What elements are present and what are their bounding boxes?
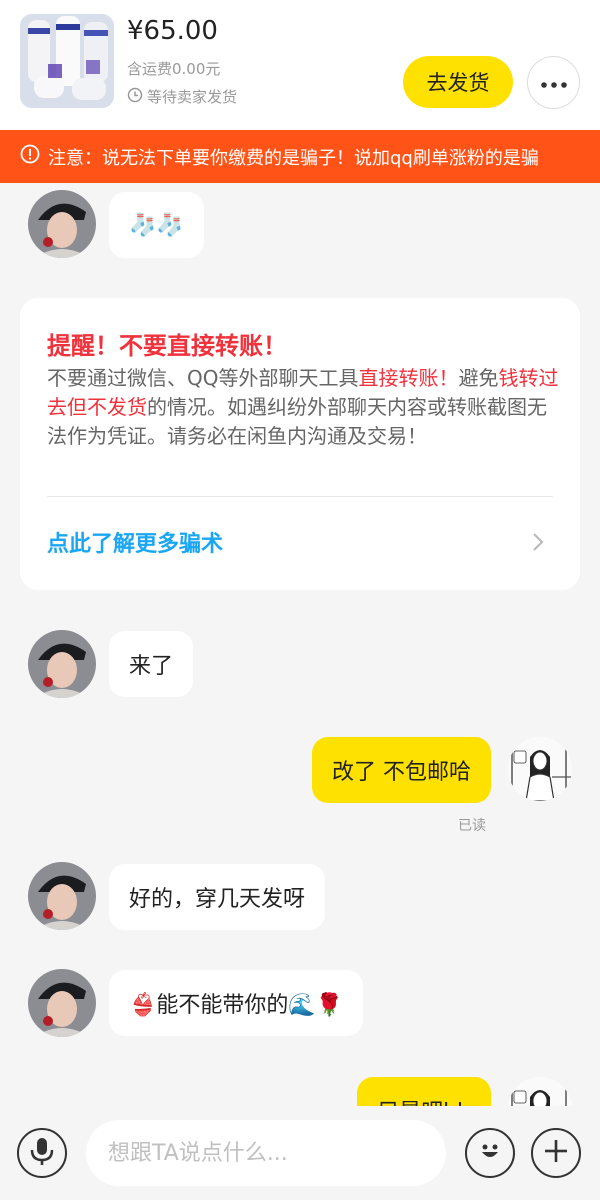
emoji-button[interactable] <box>465 1128 515 1178</box>
message-bubble: 👙能不能带你的🌊🌹 <box>109 970 364 1036</box>
shipping-fee: 含运费0.00元 <box>127 60 221 78</box>
contact-avatar[interactable] <box>28 969 96 1037</box>
contact-avatar[interactable] <box>28 862 96 930</box>
message-composer <box>0 1106 600 1200</box>
my-message-bubble: 改了 不包邮哈 <box>312 737 491 803</box>
reminder-title: 提醒！不要直接转账！ <box>47 332 287 360</box>
my-avatar[interactable] <box>508 737 572 801</box>
voice-button[interactable] <box>17 1128 67 1178</box>
contact-avatar[interactable] <box>28 630 96 698</box>
order-status: 等待卖家发货 <box>127 86 237 107</box>
reminder-text: 避免 <box>458 366 499 390</box>
order-status-text: 等待卖家发货 <box>147 88 238 106</box>
emoji-icon <box>477 1138 503 1168</box>
learn-more-scams-link[interactable]: 点此了解更多骗术 <box>47 526 223 558</box>
ship-button[interactable]: 去发货 <box>403 56 513 108</box>
message-bubble: 来了 <box>109 631 194 697</box>
message-bubble: 🧦🧦 <box>109 192 204 258</box>
more-dots-icon <box>540 73 567 92</box>
plus-icon <box>543 1138 569 1168</box>
alert-circle-icon <box>20 144 40 169</box>
clock-icon <box>127 87 143 107</box>
more-button[interactable] <box>527 56 580 109</box>
warning-text: 注意：说无法下单要你缴费的是骗子！说加qq刷单涨粉的是骗 <box>48 147 539 169</box>
read-receipt: 已读 <box>458 818 486 834</box>
order-price: ¥65.00 <box>127 16 218 46</box>
warning-banner: 注意：说无法下单要你缴费的是骗子！说加qq刷单涨粉的是骗 <box>0 130 600 183</box>
reminder-body: 不要通过微信、QQ等外部聊天工具直接转账！避免钱转过去但不发货的情况。如遇纠纷外… <box>47 364 561 451</box>
microphone-icon <box>29 1136 55 1170</box>
anti-fraud-reminder-card: 提醒！不要直接转账！ 不要通过微信、QQ等外部聊天工具直接转账！避免钱转过去但不… <box>20 298 580 590</box>
add-attachment-button[interactable] <box>531 1128 581 1178</box>
reminder-highlight: 直接转账！ <box>358 366 459 390</box>
order-header: ¥65.00 含运费0.00元 等待卖家发货 去发货 <box>0 0 600 130</box>
chevron-right-icon[interactable] <box>532 532 544 556</box>
contact-avatar[interactable] <box>28 190 96 258</box>
message-input[interactable] <box>86 1120 446 1186</box>
product-thumbnail[interactable] <box>20 14 114 108</box>
reminder-text: 不要通过微信、QQ等外部聊天工具 <box>47 366 359 390</box>
message-bubble: 好的，穿几天发呀 <box>109 864 326 930</box>
card-divider <box>47 496 553 497</box>
